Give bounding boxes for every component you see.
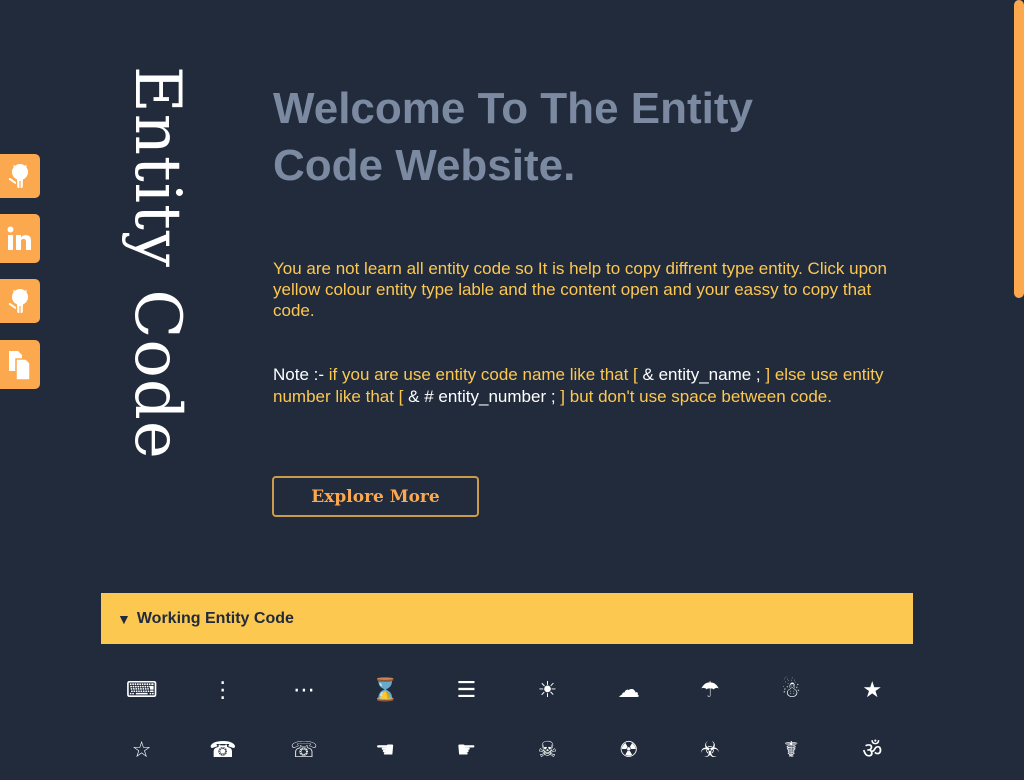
entity-cell[interactable]: ☀	[507, 660, 588, 720]
entity-cell[interactable]: ★	[832, 660, 913, 720]
entity-cell[interactable]: ☁	[588, 660, 669, 720]
copy-pages-link[interactable]	[0, 340, 40, 389]
github-icon	[7, 286, 33, 316]
entity-cell[interactable]: ☢	[588, 720, 669, 780]
note-part-1: if you are use entity code name like tha…	[328, 365, 638, 384]
entity-cell[interactable]: ☃	[751, 660, 832, 720]
entity-cell[interactable]: ☎	[182, 720, 263, 780]
entity-cell[interactable]: ☂	[669, 660, 750, 720]
entity-row: ☆ ☎ ☏ ☚ ☛ ☠ ☢ ☣ ☤ ॐ	[101, 720, 913, 780]
entity-cell[interactable]: ☰	[426, 660, 507, 720]
accordion-working-entity-code[interactable]: ▼ Working Entity Code	[101, 593, 913, 644]
entity-cell[interactable]: ⌨	[101, 660, 182, 720]
note-code-name: & entity_name ;	[642, 365, 761, 384]
linkedin-icon	[7, 226, 33, 252]
scrollbar-thumb[interactable]	[1014, 0, 1024, 298]
explore-more-button[interactable]: Explore More	[272, 476, 479, 517]
note-part-3: ] but don't use space between code.	[560, 387, 832, 406]
entity-cell[interactable]: ⌛	[345, 660, 426, 720]
copy-pages-icon	[7, 349, 33, 381]
entity-cell[interactable]: ☤	[751, 720, 832, 780]
entity-row: ⌨ ⋮ ⋯ ⌛ ☰ ☀ ☁ ☂ ☃ ★	[101, 660, 913, 720]
expanded-triangle-icon: ▼	[117, 610, 131, 627]
entity-cell[interactable]: ☚	[345, 720, 426, 780]
accordion-title: Working Entity Code	[136, 609, 294, 627]
entity-cell[interactable]: ⋮	[182, 660, 263, 720]
brand-vertical-title: Entity Code	[120, 66, 194, 460]
github-icon	[7, 161, 33, 191]
github-link-2[interactable]	[0, 279, 40, 323]
note-text: Note :- if you are use entity code name …	[273, 364, 913, 408]
hero-title: Welcome To The Entity Code Website.	[273, 84, 753, 190]
note-label: Note :-	[273, 365, 325, 384]
intro-text: You are not learn all entity code so It …	[273, 259, 887, 320]
entity-cell[interactable]: ☏	[263, 720, 344, 780]
entity-cell[interactable]: ☛	[426, 720, 507, 780]
note-code-number: & # entity_number ;	[408, 387, 556, 406]
entity-cell[interactable]: ⋯	[263, 660, 344, 720]
entity-cell[interactable]: ☠	[507, 720, 588, 780]
entity-cell[interactable]: ☣	[669, 720, 750, 780]
entity-cell[interactable]: ॐ	[832, 720, 913, 780]
linkedin-link[interactable]	[0, 214, 40, 263]
github-link[interactable]	[0, 154, 40, 198]
entity-cell[interactable]: ☆	[101, 720, 182, 780]
